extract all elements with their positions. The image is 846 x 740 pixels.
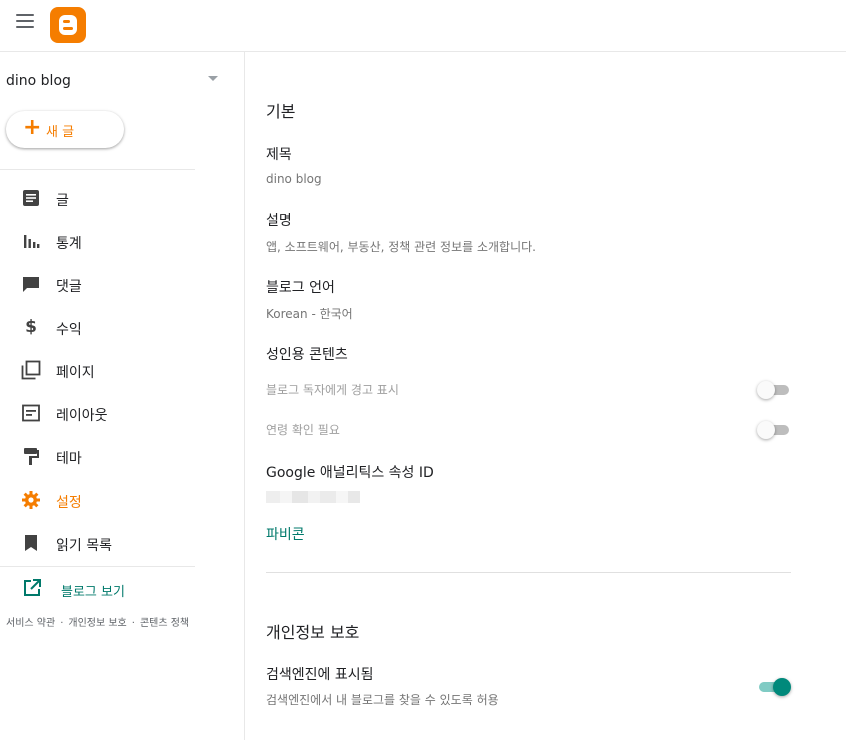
sidebar-item-comments[interactable]: 댓글 <box>0 264 195 304</box>
sidebar-item-label: 글 <box>56 193 69 209</box>
search-visible-description: 검색엔진에서 내 블로그를 찾을 수 있도록 허용 <box>266 693 499 707</box>
section-divider <box>266 572 791 573</box>
adult-warning-toggle[interactable] <box>757 379 791 401</box>
blogger-logo-icon[interactable] <box>50 7 86 43</box>
content-policy-link[interactable]: 콘텐츠 정책 <box>140 618 189 629</box>
language-setting[interactable]: 블로그 언어 <box>266 277 335 297</box>
search-visible-label: 검색엔진에 표시됨 <box>266 667 374 683</box>
title-setting[interactable]: 제목 <box>266 144 292 164</box>
terms-link[interactable]: 서비스 약관 <box>6 618 55 629</box>
adult-warning-row: 블로그 독자에게 경고 표시 <box>266 378 791 402</box>
age-verify-label: 연령 확인 필요 <box>266 423 340 437</box>
sidebar-item-label: 댓글 <box>56 279 82 295</box>
plus-icon: + <box>23 115 42 140</box>
sidebar-item-reading-list[interactable]: 읽기 목록 <box>0 523 195 563</box>
posts-icon <box>21 188 41 208</box>
blog-selector-dropdown[interactable]: dino blog <box>6 70 224 90</box>
view-blog-label: 블로그 보기 <box>61 585 125 600</box>
section-title-privacy: 개인정보 보호 <box>266 623 360 642</box>
sidebar-item-label: 수익 <box>56 322 82 338</box>
sidebar-item-label: 레이아웃 <box>56 408 108 424</box>
favicon-setting[interactable]: 파비콘 <box>266 524 305 544</box>
sidebar-item-pages[interactable]: 페이지 <box>0 350 195 390</box>
sidebar-divider <box>0 169 195 170</box>
footer-separator: · <box>60 618 64 629</box>
age-verify-toggle[interactable] <box>757 419 791 441</box>
comments-icon <box>21 274 41 294</box>
view-blog-link[interactable]: 블로그 보기 <box>0 568 195 608</box>
new-post-button[interactable]: + 새 글 <box>6 111 124 148</box>
sidebar-item-label: 통계 <box>56 236 82 252</box>
blog-name: dino blog <box>6 73 71 89</box>
settings-gear-icon <box>21 490 41 510</box>
sidebar: dino blog + 새 글 글 통계 댓글 $ 수익 페이지 레이아웃 테마… <box>0 52 245 740</box>
footer-links: 서비스 약관 · 개인정보 보호 · 콘텐츠 정책 <box>6 614 189 629</box>
adult-content-heading: 성인용 콘텐츠 <box>266 347 348 363</box>
pages-icon <box>21 360 41 380</box>
age-verify-row: 연령 확인 필요 <box>266 418 791 442</box>
theme-icon <box>21 446 41 466</box>
sidebar-item-label: 페이지 <box>56 365 95 381</box>
sidebar-item-label: 읽기 목록 <box>56 538 112 554</box>
new-post-label: 새 글 <box>46 125 75 140</box>
redacted-ga-id <box>266 491 360 503</box>
sidebar-item-label: 설정 <box>56 495 82 511</box>
sidebar-item-earnings[interactable]: $ 수익 <box>0 307 195 347</box>
sidebar-item-posts[interactable]: 글 <box>0 178 195 218</box>
open-in-new-icon <box>22 578 42 598</box>
dollar-icon: $ <box>25 317 37 337</box>
section-title-basic: 기본 <box>266 102 296 121</box>
hamburger-menu-icon[interactable] <box>16 14 34 30</box>
language-value: Korean - 한국어 <box>266 307 353 321</box>
sidebar-item-layout[interactable]: 레이아웃 <box>0 393 195 433</box>
sidebar-divider <box>0 566 195 567</box>
sidebar-item-settings[interactable]: 설정 <box>0 480 195 520</box>
google-analytics-setting[interactable]: Google 애널리틱스 속성 ID <box>266 462 434 482</box>
chevron-down-icon <box>208 76 218 81</box>
privacy-link[interactable]: 개인정보 보호 <box>68 618 126 629</box>
description-setting[interactable]: 설명 <box>266 210 292 230</box>
sidebar-item-theme[interactable]: 테마 <box>0 436 195 476</box>
layout-icon <box>21 403 41 423</box>
sidebar-item-label: 테마 <box>56 451 82 467</box>
bookmark-icon <box>21 533 41 553</box>
title-value: dino blog <box>266 172 322 186</box>
stats-icon <box>21 231 41 251</box>
search-visible-toggle[interactable] <box>757 676 791 698</box>
top-app-bar <box>0 0 846 52</box>
adult-warning-label: 블로그 독자에게 경고 표시 <box>266 383 399 397</box>
sidebar-item-stats[interactable]: 통계 <box>0 221 195 261</box>
description-value: 앱, 소프트웨어, 부동산, 정책 관련 정보를 소개합니다. <box>266 240 536 254</box>
footer-separator: · <box>131 618 135 629</box>
